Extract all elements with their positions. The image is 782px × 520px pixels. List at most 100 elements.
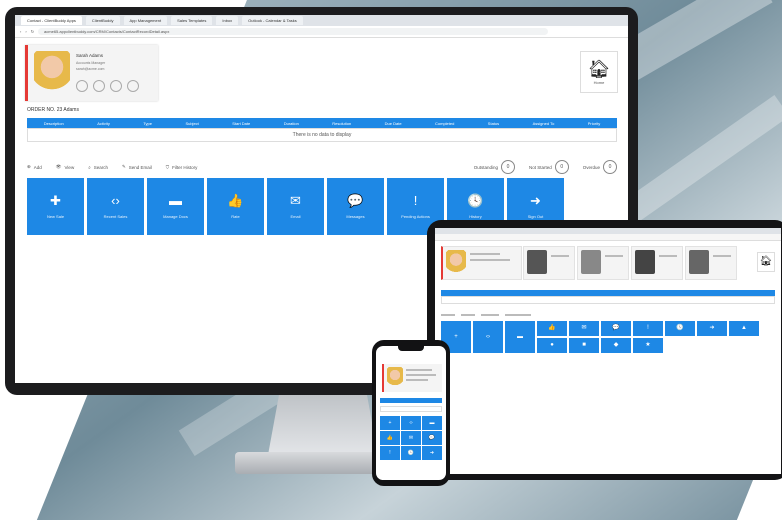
phone-grid-header (380, 398, 442, 403)
counter-outstanding[interactable]: Outstanding 0 (474, 160, 515, 174)
avatar (446, 250, 466, 274)
tablet-tile[interactable]: 💬 (601, 321, 631, 336)
toolbar-item[interactable] (481, 314, 499, 316)
phone-grid-empty (380, 406, 442, 412)
phone-tile[interactable]: ‹› (401, 416, 421, 430)
reload-icon[interactable]: ↻ (31, 29, 34, 34)
tile-recent-sales[interactable]: ‹› Recent Sales (87, 178, 144, 235)
pencil-icon: ✎ (122, 164, 126, 169)
browser-tab-strip: Contact - ClientBuddy Apps ClientBuddy A… (15, 15, 628, 26)
home-icon[interactable]: 🏠︎ (757, 252, 775, 272)
tile-rate[interactable]: 👍 Rate (207, 178, 264, 235)
text-line (551, 255, 569, 257)
phone-tile[interactable]: ➜ (422, 446, 442, 460)
filter-button[interactable]: ⛉ Filter History (166, 165, 198, 170)
tablet-tile[interactable]: 🕓 (665, 321, 695, 336)
tablet-tile[interactable]: ▬ (505, 321, 535, 353)
tablet-tile[interactable]: ★ (633, 338, 663, 353)
tablet-tile[interactable]: ■ (569, 338, 599, 353)
thumbs-up-icon: 👍 (227, 193, 244, 208)
column-header[interactable]: Resolution (332, 121, 351, 126)
counter-not-started[interactable]: Not Started 0 (529, 160, 569, 174)
browser-tab[interactable]: Outlook - Calendar & Tasks (242, 16, 303, 25)
phone-icon[interactable] (76, 80, 88, 92)
email-icon[interactable] (93, 80, 105, 92)
sms-icon[interactable] (110, 80, 122, 92)
toolbar-item[interactable] (461, 314, 475, 316)
tablet-tile[interactable]: ➜ (697, 321, 727, 336)
tablet-tile[interactable]: ● (537, 338, 567, 353)
toolbar-item[interactable] (441, 314, 455, 316)
phone-screen: + ‹› ▬ 👍 ✉ 💬 ! 🕓 ➜ (376, 346, 446, 480)
phone-tile[interactable]: 👍 (380, 431, 400, 445)
avatar (689, 250, 709, 274)
avatar (34, 51, 70, 93)
send-email-button[interactable]: ✎ Send Email (122, 164, 152, 170)
column-header[interactable]: Duration (284, 121, 299, 126)
browser-tab[interactable]: Inbox (216, 16, 239, 25)
text-line (470, 259, 510, 261)
text-line (713, 255, 731, 257)
phone-tile[interactable]: + (380, 416, 400, 430)
column-header[interactable]: Description (44, 121, 64, 126)
tablet-contact-card (631, 246, 683, 280)
tablet-tile[interactable]: ◆ (601, 338, 631, 353)
browser-tab[interactable]: Contact - ClientBuddy Apps (21, 16, 82, 25)
add-label: Add (33, 164, 42, 170)
list-icon: ▬ (169, 193, 182, 208)
browser-tab[interactable]: App Management (123, 16, 168, 25)
tablet-tile[interactable]: ! (633, 321, 663, 336)
tablet-tile[interactable]: 👍 (537, 321, 567, 336)
search-button[interactable]: ⌕ Search (88, 165, 108, 170)
avatar (635, 250, 655, 274)
phone-tile[interactable]: 🕓 (401, 446, 421, 460)
tile-messages[interactable]: 💬 Messages (327, 178, 384, 235)
toolbar-item[interactable] (505, 314, 531, 316)
phone-contact-card (382, 364, 442, 392)
tile-label: Recent Sales (103, 214, 128, 219)
contact-detail: Accounts Manager (76, 61, 106, 65)
record-title: ORDER NO. 23 Adams (27, 107, 79, 113)
column-header[interactable]: Type (143, 121, 152, 126)
send-email-label: Send Email (128, 164, 152, 170)
tile-label: Manage Docs (163, 214, 188, 219)
column-header[interactable]: Assigned To (533, 121, 555, 126)
column-header[interactable]: Activity (97, 121, 110, 126)
tablet-tile[interactable]: ▲ (729, 321, 759, 336)
chat-icon: 💬 (347, 193, 364, 208)
home-button[interactable]: 🏠︎ Home (580, 51, 618, 93)
grid-toolbar: ⊕ Add 👁︎ View ⌕ Search ✎ Send Email ⛉ Filter … (27, 160, 617, 174)
phone-tile[interactable]: 💬 (422, 431, 442, 445)
counter-value: 0 (500, 160, 515, 174)
column-header[interactable]: Completed (435, 121, 454, 126)
phone-tile[interactable]: ✉ (401, 431, 421, 445)
browser-address-bar: ‹ › ↻ acme65.appclientbuddy.com/CRM/Cont… (15, 26, 628, 38)
column-header[interactable]: Due Date (385, 121, 402, 126)
contact-card: Sarah Adams Accounts Manager sarah@acme.… (25, 45, 158, 101)
back-icon[interactable]: ‹ (20, 29, 21, 34)
browser-tab[interactable]: Sales Templates (171, 16, 213, 25)
column-header[interactable]: Start Date (232, 121, 250, 126)
tablet-tile[interactable]: ‹› (473, 321, 503, 353)
column-header[interactable]: Subject (185, 121, 198, 126)
more-icon[interactable] (127, 80, 139, 92)
column-header[interactable]: Status (488, 121, 499, 126)
tablet-tile[interactable]: ✉ (569, 321, 599, 336)
tile-new-sale[interactable]: ✚ New Sale (27, 178, 84, 235)
phone-tile[interactable]: ! (380, 446, 400, 460)
counter-overdue[interactable]: Overdue 0 (583, 160, 617, 174)
phone-tile[interactable]: ▬ (422, 416, 442, 430)
view-button[interactable]: 👁︎ View (56, 164, 74, 170)
url-input[interactable]: acme65.appclientbuddy.com/CRM/Contacts/C… (38, 28, 548, 35)
tile-label: Messages (346, 214, 365, 219)
tile-manage-docs[interactable]: ▬ Manage Docs (147, 178, 204, 235)
column-header[interactable]: Priority (588, 121, 600, 126)
add-button[interactable]: ⊕ Add (27, 164, 42, 170)
contact-name: Sarah Adams (76, 53, 104, 58)
browser-tab[interactable]: ClientBuddy (85, 16, 120, 25)
tile-label: History (469, 214, 482, 219)
forward-icon[interactable]: › (25, 29, 26, 34)
counter-value: 0 (554, 160, 569, 174)
phone-action-tiles: + ‹› ▬ 👍 ✉ 💬 ! 🕓 ➜ (380, 416, 442, 460)
tile-email[interactable]: ✉ Email (267, 178, 324, 235)
